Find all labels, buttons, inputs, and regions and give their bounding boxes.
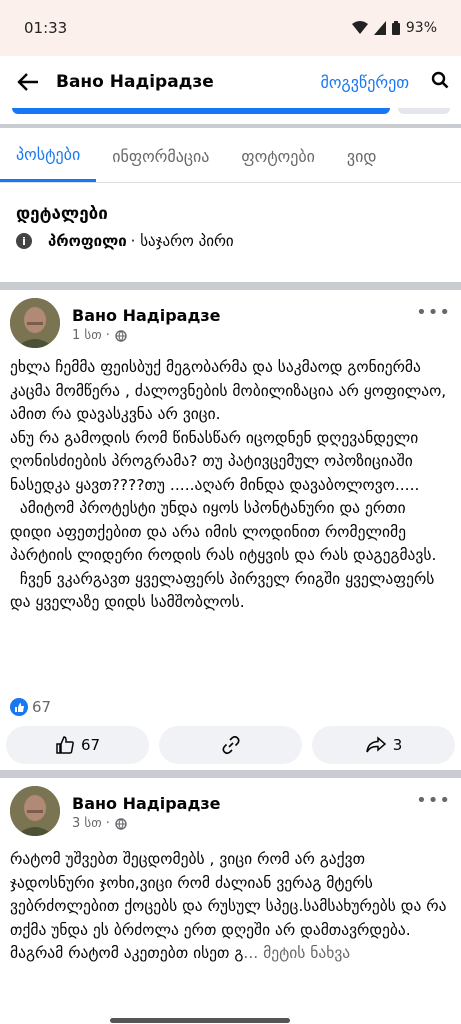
more-options-icon[interactable]: ••• xyxy=(416,302,451,323)
profile-label: პროფილი xyxy=(48,232,127,250)
divider xyxy=(0,124,461,128)
post-meta: 3 სთ · xyxy=(72,816,127,831)
back-arrow-icon[interactable] xyxy=(14,68,42,96)
section-divider xyxy=(0,282,461,290)
thumbs-up-icon xyxy=(56,736,74,754)
tab-info[interactable]: ინფორმაცია xyxy=(96,130,225,182)
link-icon xyxy=(221,735,240,755)
profile-tabs: პოსტები ინფორმაცია ფოტოები ვიდ xyxy=(0,130,461,183)
profile-type-row: i პროფილი · საჯარო პირი xyxy=(16,232,234,250)
share-button[interactable]: 3 xyxy=(312,726,455,764)
app-bar: Вано Надiрадзе მოგვწერეთ xyxy=(0,56,461,108)
share-icon xyxy=(365,736,386,753)
reaction-summary[interactable]: 67 xyxy=(10,698,51,716)
share-count: 3 xyxy=(392,736,403,754)
post-body: ეხლა ჩემმა ფეისბუქ მეგობარმა და საკმაოდ … xyxy=(10,358,447,611)
avatar[interactable] xyxy=(10,298,60,348)
post-time: 1 სთ · xyxy=(72,328,110,343)
post: Вано Надiрадзе 1 სთ · ••• ეხლა ჩემმა ფეი… xyxy=(0,290,461,780)
signal-icon xyxy=(373,21,386,35)
post: Вано Надiрадзе 3 სთ · ••• რატომ უშვებთ შ… xyxy=(0,778,461,1024)
avatar[interactable] xyxy=(10,786,60,836)
post-time: 3 სთ · xyxy=(72,816,110,831)
reaction-count: 67 xyxy=(32,698,52,716)
like-count: 67 xyxy=(80,736,101,754)
more-options-icon[interactable]: ••• xyxy=(416,790,451,811)
like-reaction-icon xyxy=(10,698,28,716)
page-title: Вано Надiрадзе xyxy=(56,72,214,92)
like-button[interactable]: 67 xyxy=(6,726,149,764)
copy-link-button[interactable] xyxy=(159,726,302,764)
search-icon[interactable] xyxy=(431,71,449,93)
status-time: 01:33 xyxy=(24,19,68,37)
battery-icon xyxy=(391,21,400,35)
tab-posts[interactable]: პოსტები xyxy=(0,130,97,182)
post-author[interactable]: Вано Надiрадзе xyxy=(72,306,221,325)
tab-videos[interactable]: ვიდ xyxy=(331,130,393,182)
globe-icon xyxy=(115,329,127,342)
post-text: რატომ უშვებთ შეცდომებს , ვიცი რომ არ გაქ… xyxy=(10,850,452,962)
battery-percent: 93% xyxy=(405,20,437,36)
post-divider xyxy=(0,770,461,778)
status-bar: 01:33 93% xyxy=(0,0,461,56)
action-buttons-cutoff xyxy=(0,108,461,116)
primary-action-button[interactable] xyxy=(12,108,390,114)
gesture-bar xyxy=(110,1018,290,1023)
post-body: რატომ უშვებთ შეცდომებს , ვიცი რომ არ გაქ… xyxy=(10,848,450,966)
info-icon: i xyxy=(16,233,32,249)
post-meta: 1 სთ · xyxy=(72,328,127,343)
details-heading: დეტალები xyxy=(16,204,108,224)
profile-type: · საჯარო პირი xyxy=(130,232,234,250)
wifi-icon xyxy=(351,21,368,34)
status-icons: 93% xyxy=(351,20,437,36)
see-more-link[interactable]: ... მეტის ნახვა xyxy=(243,944,350,962)
message-button[interactable]: მოგვწერეთ xyxy=(320,73,409,92)
more-action-button[interactable] xyxy=(398,108,450,114)
tab-photos[interactable]: ფოტოები xyxy=(225,130,331,182)
post-actions: 67 3 xyxy=(6,726,455,764)
globe-icon xyxy=(115,817,127,830)
post-author[interactable]: Вано Надiрадзе xyxy=(72,794,221,813)
